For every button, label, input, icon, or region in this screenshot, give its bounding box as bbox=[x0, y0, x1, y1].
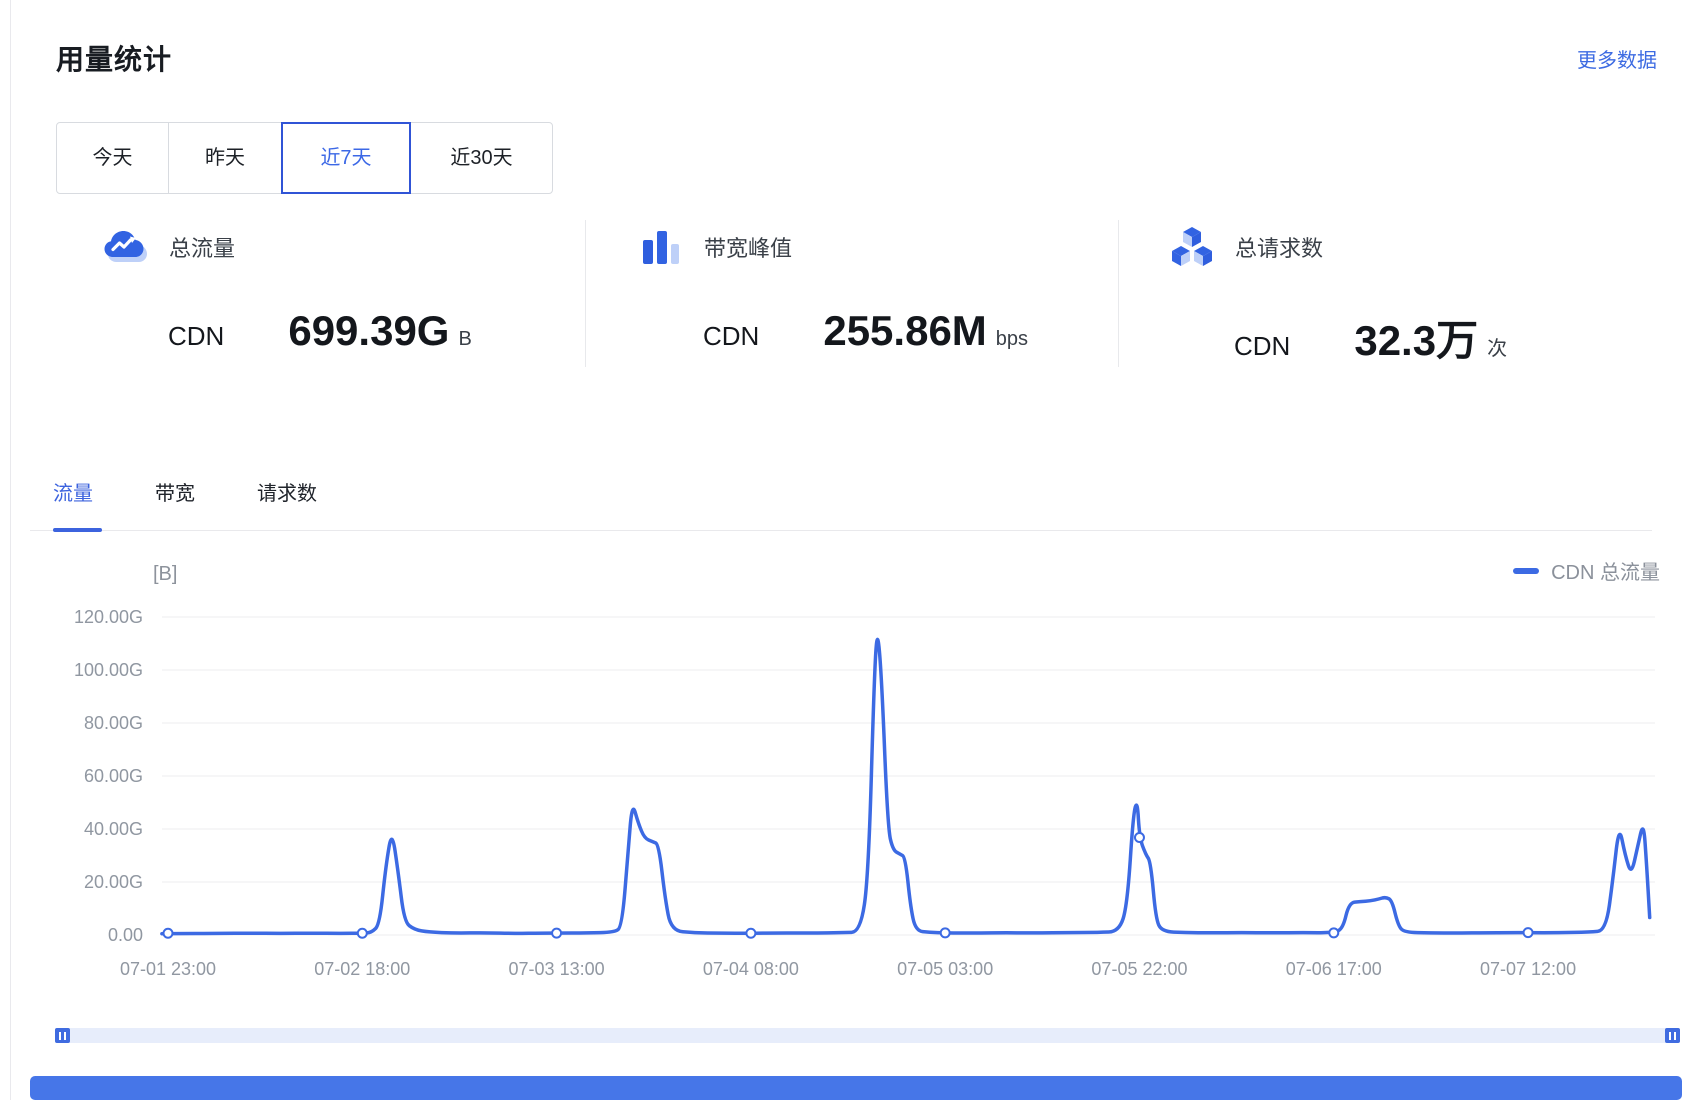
series-line-cdn-total-traffic bbox=[162, 639, 1650, 933]
series-markers bbox=[164, 833, 1533, 938]
stat-product: CDN bbox=[703, 321, 759, 352]
stat-card-total-traffic: 总流量 CDN 699.39G B bbox=[102, 225, 472, 355]
traffic-line-chart[interactable]: 0.00 20.00G 40.00G 60.00G 80.00G 100.00G 120.0… bbox=[0, 590, 1706, 1010]
range-tab-today[interactable]: 今天 bbox=[56, 122, 169, 194]
stat-product: CDN bbox=[168, 321, 224, 352]
stat-unit: bps bbox=[996, 328, 1028, 351]
stat-product: CDN bbox=[1234, 331, 1290, 362]
datazoom-right-handle[interactable] bbox=[1665, 1028, 1680, 1043]
requests-cubes-icon bbox=[1168, 225, 1216, 269]
svg-text:07-05 03:00: 07-05 03:00 bbox=[897, 959, 993, 979]
metric-tab-requests[interactable]: 请求数 bbox=[257, 477, 317, 506]
datazoom-left-handle[interactable] bbox=[55, 1028, 70, 1043]
svg-text:40.00G: 40.00G bbox=[84, 819, 143, 839]
horizontal-scrollbar-thumb[interactable] bbox=[30, 1076, 1682, 1100]
svg-text:07-02 18:00: 07-02 18:00 bbox=[314, 959, 410, 979]
stat-value: 699.39G bbox=[288, 307, 449, 355]
legend-line-swatch bbox=[1513, 568, 1539, 574]
svg-text:20.00G: 20.00G bbox=[84, 872, 143, 892]
datazoom-slider-track[interactable] bbox=[55, 1028, 1680, 1043]
date-range-tabs: 今天 昨天 近7天 近30天 bbox=[56, 122, 553, 194]
range-tab-yesterday[interactable]: 昨天 bbox=[168, 122, 282, 194]
stat-card-total-requests: 总请求数 CDN 32.3万 次 bbox=[1168, 225, 1507, 368]
bandwidth-bars-icon bbox=[637, 225, 685, 269]
range-tab-last7days[interactable]: 近7天 bbox=[281, 122, 411, 194]
tabs-bottom-border bbox=[30, 530, 1652, 531]
chart-axis-labels: 0.00 20.00G 40.00G 60.00G 80.00G 100.00G 120.0… bbox=[74, 607, 1576, 979]
svg-text:80.00G: 80.00G bbox=[84, 713, 143, 733]
svg-text:100.00G: 100.00G bbox=[74, 660, 143, 680]
active-tab-underline bbox=[53, 528, 102, 532]
svg-text:07-07 12:00: 07-07 12:00 bbox=[1480, 959, 1576, 979]
metric-tab-traffic[interactable]: 流量 bbox=[53, 477, 93, 506]
metric-tab-bandwidth[interactable]: 带宽 bbox=[155, 477, 195, 506]
svg-text:07-04 08:00: 07-04 08:00 bbox=[703, 959, 799, 979]
stat-value: 255.86M bbox=[823, 307, 986, 355]
stat-unit: B bbox=[458, 328, 471, 351]
stat-label: 带宽峰值 bbox=[704, 231, 792, 263]
page-title: 用量统计 bbox=[56, 38, 172, 78]
legend-series-name: CDN 总流量 bbox=[1551, 556, 1660, 585]
svg-text:60.00G: 60.00G bbox=[84, 766, 143, 786]
chart-legend[interactable]: CDN 总流量 bbox=[1513, 556, 1660, 585]
stat-card-peak-bandwidth: 带宽峰值 CDN 255.86M bps bbox=[637, 225, 1028, 355]
range-tab-last30days[interactable]: 近30天 bbox=[410, 122, 553, 194]
svg-text:07-01 23:00: 07-01 23:00 bbox=[120, 959, 216, 979]
card-divider bbox=[1118, 220, 1119, 367]
stat-label: 总请求数 bbox=[1235, 231, 1323, 263]
cloud-traffic-icon bbox=[102, 225, 150, 269]
svg-text:07-06 17:00: 07-06 17:00 bbox=[1286, 959, 1382, 979]
stat-unit: 次 bbox=[1487, 332, 1507, 361]
svg-text:07-03 13:00: 07-03 13:00 bbox=[509, 959, 605, 979]
metric-tabs: 流量 带宽 请求数 bbox=[53, 477, 317, 506]
card-divider bbox=[585, 220, 586, 367]
stat-label: 总流量 bbox=[169, 231, 235, 263]
svg-text:120.00G: 120.00G bbox=[74, 607, 143, 627]
svg-text:0.00: 0.00 bbox=[108, 925, 143, 945]
svg-text:07-05 22:00: 07-05 22:00 bbox=[1091, 959, 1187, 979]
y-axis-unit-label: [B] bbox=[153, 563, 177, 586]
stat-value: 32.3万 bbox=[1354, 307, 1478, 368]
more-data-link[interactable]: 更多数据 bbox=[1577, 44, 1657, 73]
